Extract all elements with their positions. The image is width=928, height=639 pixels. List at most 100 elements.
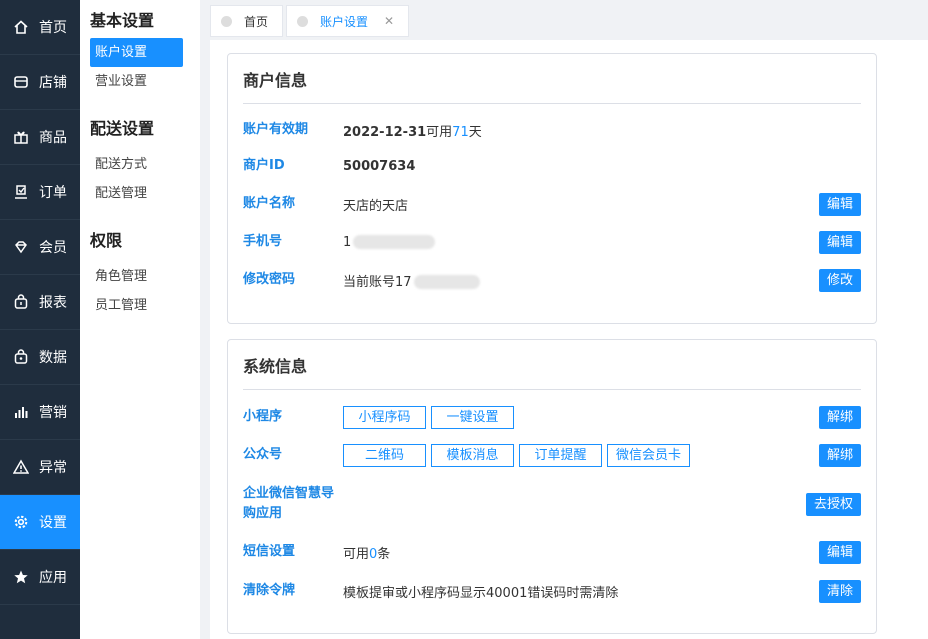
tab-bar: 首页 账户设置 ✕ (210, 5, 412, 37)
tab-dot-icon (297, 15, 309, 27)
nav-item-settings[interactable]: 设置 (0, 495, 80, 550)
row-merchant-id: 商户ID 50007634 (243, 155, 861, 177)
main-panel: 商户信息 账户有效期 2022-12-31可用71天 商户ID 50007634… (210, 40, 928, 639)
unbind-official-account-button[interactable]: 解绑 (818, 443, 861, 467)
edit-account-name-button[interactable]: 编辑 (818, 192, 861, 216)
submenu-group-title: 权限 (90, 231, 123, 250)
nav-item-label: 首页 (39, 20, 67, 36)
account-name-value: 天店的天店 (343, 198, 409, 214)
row-label: 公众号 (243, 447, 283, 462)
row-label: 修改密码 (243, 272, 296, 287)
card-title: 商户信息 (243, 54, 861, 104)
nav-item-home[interactable]: 首页 (0, 0, 80, 55)
submenu-item-staff-management[interactable]: 员工管理 (90, 291, 183, 320)
data-icon (12, 348, 30, 366)
row-password: 修改密码 当前账号17 修改 (243, 268, 861, 292)
edit-phone-button[interactable]: 编辑 (818, 230, 861, 254)
nav-item-orders[interactable]: 订单 (0, 165, 80, 220)
row-label: 手机号 (243, 234, 283, 249)
wechat-member-card-button[interactable]: 微信会员卡 (607, 443, 690, 467)
main-nav: 首页 店铺 商品 订单 会员 报表 数据 营销 异常 设置 应用 (0, 0, 80, 639)
order-reminder-button[interactable]: 订单提醒 (519, 443, 602, 467)
row-label: 商户ID (243, 158, 285, 173)
redacted-blur (413, 275, 480, 289)
nav-item-label: 数据 (39, 350, 67, 366)
submenu-group-title: 基本设置 (90, 11, 155, 30)
star-icon (12, 568, 30, 586)
store-icon (12, 73, 30, 91)
gift-icon (12, 128, 30, 146)
close-icon[interactable]: ✕ (384, 14, 394, 28)
gear-icon (12, 513, 30, 531)
validity-value: 2022-12-31可用71天 (343, 124, 482, 140)
qr-code-button[interactable]: 二维码 (343, 443, 426, 467)
bar-chart-icon (12, 403, 30, 421)
home-icon (12, 18, 30, 36)
submenu-item-delivery-method[interactable]: 配送方式 (90, 150, 183, 179)
tab-dot-icon (221, 15, 232, 27)
row-official-account: 公众号 二维码 模板消息 订单提醒 微信会员卡 解绑 (243, 443, 861, 467)
merchant-id-value: 50007634 (343, 158, 416, 174)
content-area: 首页 账户设置 ✕ 商户信息 账户有效期 2022-12-31可用71天 商户I… (200, 0, 928, 639)
nav-item-label: 异常 (39, 460, 67, 476)
report-icon (12, 293, 30, 311)
tab-label: 首页 (244, 14, 269, 29)
merchant-info-card: 商户信息 账户有效期 2022-12-31可用71天 商户ID 50007634… (227, 53, 877, 324)
row-label: 账户名称 (243, 196, 296, 211)
row-label: 账户有效期 (243, 122, 309, 137)
row-label: 企业微信智慧导 购应用 (243, 486, 335, 521)
nav-item-label: 店铺 (39, 75, 67, 91)
row-mini-program: 小程序 小程序码 一键设置 解绑 (243, 405, 861, 429)
change-password-button[interactable]: 修改 (818, 268, 861, 292)
nav-item-label: 报表 (39, 295, 67, 311)
tab-home[interactable]: 首页 (210, 5, 284, 37)
one-click-setup-button[interactable]: 一键设置 (431, 405, 514, 429)
redacted-blur (353, 235, 436, 249)
authorize-button[interactable]: 去授权 (805, 492, 861, 516)
system-info-card: 系统信息 小程序 小程序码 一键设置 解绑 公众号 二维码 模板消息 订单提醒 … (227, 339, 877, 634)
unbind-mini-program-button[interactable]: 解绑 (818, 405, 861, 429)
row-label: 小程序 (243, 409, 283, 424)
nav-item-store[interactable]: 店铺 (0, 55, 80, 110)
order-icon (12, 183, 30, 201)
nav-item-marketing[interactable]: 营销 (0, 385, 80, 440)
nav-item-members[interactable]: 会员 (0, 220, 80, 275)
row-label: 短信设置 (243, 544, 296, 559)
nav-item-label: 会员 (39, 240, 67, 256)
token-description: 模板提审或小程序码显示40001错误码时需清除 (343, 585, 619, 601)
card-title: 系统信息 (243, 340, 861, 390)
submenu-item-business-settings[interactable]: 营业设置 (90, 67, 183, 96)
nav-item-reports[interactable]: 报表 (0, 275, 80, 330)
submenu-item-account-settings[interactable]: 账户设置 (90, 38, 183, 67)
submenu-item-delivery-management[interactable]: 配送管理 (90, 179, 183, 208)
warning-icon (12, 458, 30, 476)
diamond-icon (12, 238, 30, 256)
nav-item-apps[interactable]: 应用 (0, 550, 80, 605)
row-validity: 账户有效期 2022-12-31可用71天 (243, 119, 861, 141)
edit-sms-button[interactable]: 编辑 (818, 540, 861, 564)
sms-value: 可用0条 (343, 546, 391, 562)
row-wecom: 企业微信智慧导 购应用 去授权 (243, 483, 861, 525)
settings-submenu: 基本设置 账户设置 营业设置 配送设置 配送方式 配送管理 权限 角色管理 员工… (80, 0, 200, 639)
nav-item-exceptions[interactable]: 异常 (0, 440, 80, 495)
template-message-button[interactable]: 模板消息 (431, 443, 514, 467)
clear-token-button[interactable]: 清除 (818, 579, 861, 603)
phone-value: 1 (343, 235, 436, 250)
nav-item-label: 营销 (39, 405, 67, 421)
nav-item-label: 设置 (39, 515, 67, 531)
row-account-name: 账户名称 天店的天店 编辑 (243, 192, 861, 216)
nav-item-goods[interactable]: 商品 (0, 110, 80, 165)
row-sms: 短信设置 可用0条 编辑 (243, 540, 861, 564)
password-value: 当前账号17 (343, 271, 480, 290)
row-label: 清除令牌 (243, 583, 296, 598)
row-clear-token: 清除令牌 模板提审或小程序码显示40001错误码时需清除 清除 (243, 579, 861, 603)
nav-item-label: 商品 (39, 130, 67, 146)
nav-item-label: 订单 (39, 185, 67, 201)
tab-label: 账户设置 (320, 14, 369, 29)
mini-program-code-button[interactable]: 小程序码 (343, 405, 426, 429)
submenu-item-role-management[interactable]: 角色管理 (90, 262, 183, 291)
submenu-group-title: 配送设置 (90, 119, 155, 138)
nav-item-data[interactable]: 数据 (0, 330, 80, 385)
tab-account-settings[interactable]: 账户设置 ✕ (286, 5, 410, 37)
row-phone: 手机号 1 编辑 (243, 230, 861, 254)
